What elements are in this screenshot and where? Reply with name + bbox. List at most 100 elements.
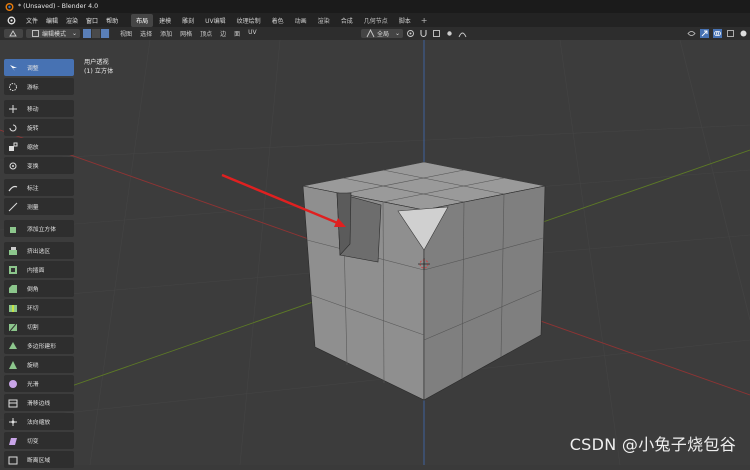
- visibility-icon[interactable]: [687, 29, 696, 38]
- scene-canvas[interactable]: [0, 40, 750, 465]
- proportional-edit-icon[interactable]: [445, 29, 454, 38]
- move-icon: [8, 104, 18, 114]
- tool-shear[interactable]: 切变: [4, 432, 74, 449]
- editor-type-dropdown[interactable]: [4, 29, 23, 38]
- shrink-fatten-icon: [8, 417, 18, 427]
- smooth-icon: [8, 379, 18, 389]
- tool-bevel[interactable]: 倒角: [4, 280, 74, 297]
- menu-face[interactable]: 面: [230, 29, 244, 38]
- tool-label: 法向缩放: [27, 420, 51, 426]
- tool-loop-cut[interactable]: 环切: [4, 299, 74, 316]
- face-select-button[interactable]: [101, 29, 111, 38]
- tool-annotate[interactable]: 标注: [4, 179, 74, 196]
- pivot-point-icon[interactable]: [406, 29, 415, 38]
- object-label: (1) 立方体: [84, 68, 114, 75]
- tab-scripting[interactable]: 脚本: [394, 14, 416, 27]
- tab-uv-editing[interactable]: UV编辑: [200, 14, 231, 27]
- tab-texture-paint[interactable]: 纹理绘制: [232, 14, 266, 27]
- gizmo-toggle-icon[interactable]: [700, 29, 709, 38]
- menu-edge[interactable]: 边: [216, 29, 230, 38]
- tab-compositing[interactable]: 合成: [336, 14, 358, 27]
- tool-inset[interactable]: 内插面: [4, 261, 74, 278]
- inset-icon: [8, 265, 18, 275]
- editor-type-icon: [9, 30, 17, 37]
- title-bar: * (Unsaved) - Blender 4.0: [0, 0, 750, 13]
- top-menu-bar: 文件 编辑 渲染 窗口 帮助 布局 建模 雕刻 UV编辑 纹理绘制 着色 动画 …: [0, 13, 750, 27]
- tab-sculpting[interactable]: 雕刻: [177, 14, 199, 27]
- edge-select-button[interactable]: [92, 29, 102, 38]
- tab-geometry-nodes[interactable]: 几何节点: [359, 14, 393, 27]
- tab-modeling[interactable]: 建模: [154, 14, 176, 27]
- tool-extrude[interactable]: 挤出选区: [4, 242, 74, 259]
- tab-layout[interactable]: 布局: [131, 13, 154, 27]
- header-menus: 视图 选择 添加 网格 顶点 边 面 UV: [116, 29, 261, 38]
- tool-label: 缩放: [27, 145, 39, 151]
- tool-move[interactable]: 移动: [4, 100, 74, 117]
- tool-label: 断离区域: [27, 458, 51, 464]
- menu-select[interactable]: 选择: [136, 29, 156, 38]
- snapping-controls: [404, 29, 469, 38]
- tool-edge-slide[interactable]: 滑移边线: [4, 394, 74, 411]
- chevron-down-icon: ⌄: [72, 30, 78, 37]
- cube-mesh[interactable]: [302, 161, 546, 401]
- menu-add[interactable]: 添加: [156, 29, 176, 38]
- tab-animation[interactable]: 动画: [290, 14, 312, 27]
- tool-label: 旋转: [27, 126, 39, 132]
- mode-label: 编辑模式: [42, 31, 67, 38]
- tool-label: 滑移边线: [27, 401, 51, 407]
- tool-poly-build[interactable]: 多边形建形: [4, 337, 74, 354]
- tool-measure[interactable]: 测量: [4, 198, 74, 215]
- tool-label: 测量: [27, 205, 39, 211]
- 3d-viewport[interactable]: 用户透视 (1) 立方体 CSDN @小兔子烧包谷: [0, 40, 750, 465]
- measure-icon: [8, 202, 18, 212]
- tool-add-cube[interactable]: 添加立方体: [4, 220, 74, 237]
- knife-icon: [8, 322, 18, 332]
- orientation-dropdown[interactable]: 全局 ⌄: [361, 29, 404, 38]
- menu-vertex[interactable]: 顶点: [196, 29, 216, 38]
- menu-view[interactable]: 视图: [116, 29, 136, 38]
- blender-menu-icon[interactable]: [5, 15, 17, 25]
- tool-scale[interactable]: 缩放: [4, 138, 74, 155]
- menu-render[interactable]: 渲染: [62, 16, 82, 25]
- tool-label: 倒角: [27, 287, 39, 293]
- shading-solid-icon[interactable]: [739, 29, 748, 38]
- watermark: CSDN @小兔子烧包谷: [569, 435, 736, 454]
- tool-spin[interactable]: 旋绕: [4, 356, 74, 373]
- select-box-icon: [8, 63, 18, 73]
- vertex-select-button[interactable]: [83, 29, 93, 38]
- tool-label: 调整: [27, 66, 39, 72]
- add-cube-icon: [8, 224, 18, 234]
- tab-rendering[interactable]: 渲染: [313, 14, 335, 27]
- menu-help[interactable]: 帮助: [102, 16, 122, 25]
- cube-right-face: [423, 185, 546, 401]
- tool-rotate[interactable]: 旋转: [4, 119, 74, 136]
- tool-shelf: 调整游标移动旋转缩放变换标注测量添加立方体挤出选区内插面倒角环切切割多边形建形旋…: [4, 59, 74, 470]
- falloff-icon[interactable]: [458, 29, 467, 38]
- menu-uv[interactable]: UV: [244, 29, 261, 38]
- tool-label: 切变: [27, 439, 39, 445]
- snap-target-icon[interactable]: [432, 29, 441, 38]
- tab-shading[interactable]: 着色: [267, 14, 289, 27]
- tool-transform[interactable]: 变换: [4, 157, 74, 174]
- menu-edit[interactable]: 编辑: [42, 16, 62, 25]
- xray-icon[interactable]: [726, 29, 735, 38]
- add-workspace-button[interactable]: +: [416, 16, 433, 25]
- tool-label: 移动: [27, 107, 39, 113]
- tool-label: 标注: [27, 186, 39, 192]
- scale-icon: [8, 142, 18, 152]
- overlays-icon[interactable]: [713, 29, 722, 38]
- tool-select-box[interactable]: 调整: [4, 59, 74, 76]
- tool-smooth[interactable]: 光滑: [4, 375, 74, 392]
- tool-label: 内插面: [27, 268, 45, 274]
- menu-window[interactable]: 窗口: [82, 16, 102, 25]
- magnet-snap-icon[interactable]: [419, 29, 428, 38]
- menu-file[interactable]: 文件: [22, 16, 42, 25]
- select-mode-toggle: [83, 29, 111, 38]
- tool-rip-region[interactable]: 断离区域: [4, 451, 74, 468]
- tool-shrink-fatten[interactable]: 法向缩放: [4, 413, 74, 430]
- tool-knife[interactable]: 切割: [4, 318, 74, 335]
- tool-cursor[interactable]: 游标: [4, 78, 74, 95]
- mode-dropdown[interactable]: 编辑模式 ⌄: [26, 29, 81, 38]
- menu-mesh[interactable]: 网格: [176, 29, 196, 38]
- tool-label: 多边形建形: [27, 344, 56, 350]
